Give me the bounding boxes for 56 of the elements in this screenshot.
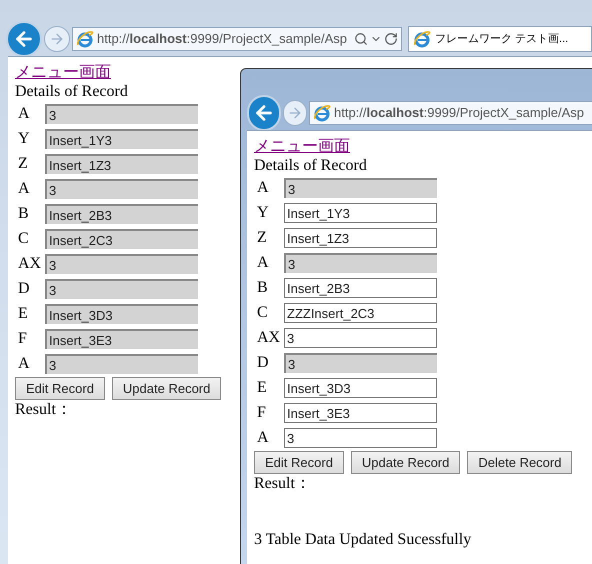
- field-label: AX: [17, 254, 42, 274]
- field-label: A: [17, 354, 31, 374]
- field-label: Y: [17, 129, 31, 149]
- tab-title: フレームワーク テスト画...: [435, 32, 568, 47]
- field-label: A: [256, 178, 270, 198]
- field-label: Y: [256, 203, 270, 223]
- field-label: C: [256, 303, 269, 323]
- result-message: 3 Table Data Updated Sucessfully: [254, 530, 472, 550]
- text-field[interactable]: ZZZInsert_2C3: [284, 303, 437, 323]
- record-button[interactable]: Update Record: [350, 451, 460, 474]
- field-label: Z: [17, 154, 29, 174]
- search-icon: [354, 32, 368, 46]
- text-field[interactable]: Insert_1Y3: [284, 203, 437, 223]
- section-heading: Details of Record: [254, 157, 368, 175]
- browser-logo-icon: [313, 104, 331, 122]
- text-field[interactable]: Insert_3D3: [284, 378, 437, 398]
- field-label: E: [256, 378, 268, 398]
- record-button[interactable]: Delete Record: [467, 451, 572, 474]
- section-heading: Details of Record: [15, 83, 129, 101]
- address-text: http://localhost:9999/ProjectX_sample/Asp: [97, 30, 348, 48]
- field-label: A: [17, 104, 31, 124]
- result-label: Result：: [254, 474, 311, 494]
- text-field[interactable]: Insert_2B3: [284, 278, 437, 298]
- text-field[interactable]: Insert_1Z3: [284, 228, 437, 248]
- field-label: C: [17, 229, 30, 249]
- menu-link[interactable]: メニュー画面: [254, 137, 350, 157]
- field-label: F: [17, 329, 28, 349]
- back-button[interactable]: [247, 95, 281, 131]
- address-text: http://localhost:9999/ProjectX_sample/Asp: [334, 104, 584, 122]
- menu-link[interactable]: メニュー画面: [15, 63, 111, 83]
- field-label: D: [17, 279, 31, 299]
- field-label: Z: [256, 228, 268, 248]
- text-field[interactable]: 3: [284, 428, 437, 448]
- field-label: A: [256, 428, 270, 448]
- address-bar[interactable]: http://localhost:9999/ProjectX_sample/Asp: [72, 27, 402, 51]
- field-label: AX: [256, 328, 282, 348]
- field-label: D: [256, 353, 270, 373]
- browser-logo-icon: [76, 30, 94, 48]
- record-button[interactable]: Edit Record: [15, 377, 105, 400]
- field-label: F: [256, 403, 267, 423]
- browser-tab[interactable]: フレームワーク テスト画...: [408, 26, 592, 52]
- forward-arrow-icon: [49, 31, 65, 47]
- field-label: B: [17, 204, 30, 224]
- field-label: B: [256, 278, 269, 298]
- browser-logo-icon: [413, 30, 431, 48]
- record-button[interactable]: Update Record: [112, 377, 222, 400]
- refresh-icon: [384, 32, 398, 46]
- record-button[interactable]: Edit Record: [254, 451, 344, 474]
- field-label: E: [17, 304, 29, 324]
- text-field[interactable]: 3: [284, 328, 437, 348]
- text-field[interactable]: Insert_3E3: [284, 403, 437, 423]
- result-label: Result：: [15, 400, 72, 420]
- field-label: A: [17, 179, 31, 199]
- back-button[interactable]: [6, 21, 42, 57]
- field-label: A: [256, 253, 270, 273]
- address-bar[interactable]: http://localhost:9999/ProjectX_sample/Asp: [309, 101, 592, 125]
